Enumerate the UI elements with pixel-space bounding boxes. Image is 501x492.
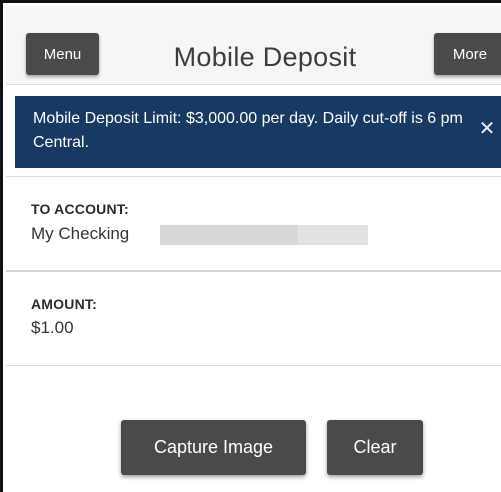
capture-image-button[interactable]: Capture Image <box>121 420 306 475</box>
to-account-value[interactable]: My Checking <box>31 224 129 244</box>
redacted-account-number <box>160 225 298 245</box>
redacted-account-number-tail <box>298 225 368 245</box>
to-account-label: TO ACCOUNT: <box>31 201 129 217</box>
menu-button[interactable]: Menu <box>26 33 99 75</box>
divider <box>6 270 501 272</box>
amount-label: AMOUNT: <box>31 296 97 312</box>
app-frame: Menu Mobile Deposit More Mobile Deposit … <box>0 0 501 492</box>
close-icon[interactable]: ✕ <box>476 117 498 141</box>
more-button[interactable]: More <box>434 33 501 75</box>
amount-value[interactable]: $1.00 <box>31 318 74 338</box>
banner-message: Mobile Deposit Limit: $3,000.00 per day.… <box>33 110 463 151</box>
divider <box>6 176 501 177</box>
divider <box>6 365 501 366</box>
page-title: Mobile Deposit <box>173 42 357 72</box>
top-bar: Menu Mobile Deposit More <box>6 6 501 85</box>
deposit-limit-banner: Mobile Deposit Limit: $3,000.00 per day.… <box>15 96 501 168</box>
clear-button[interactable]: Clear <box>327 420 423 475</box>
